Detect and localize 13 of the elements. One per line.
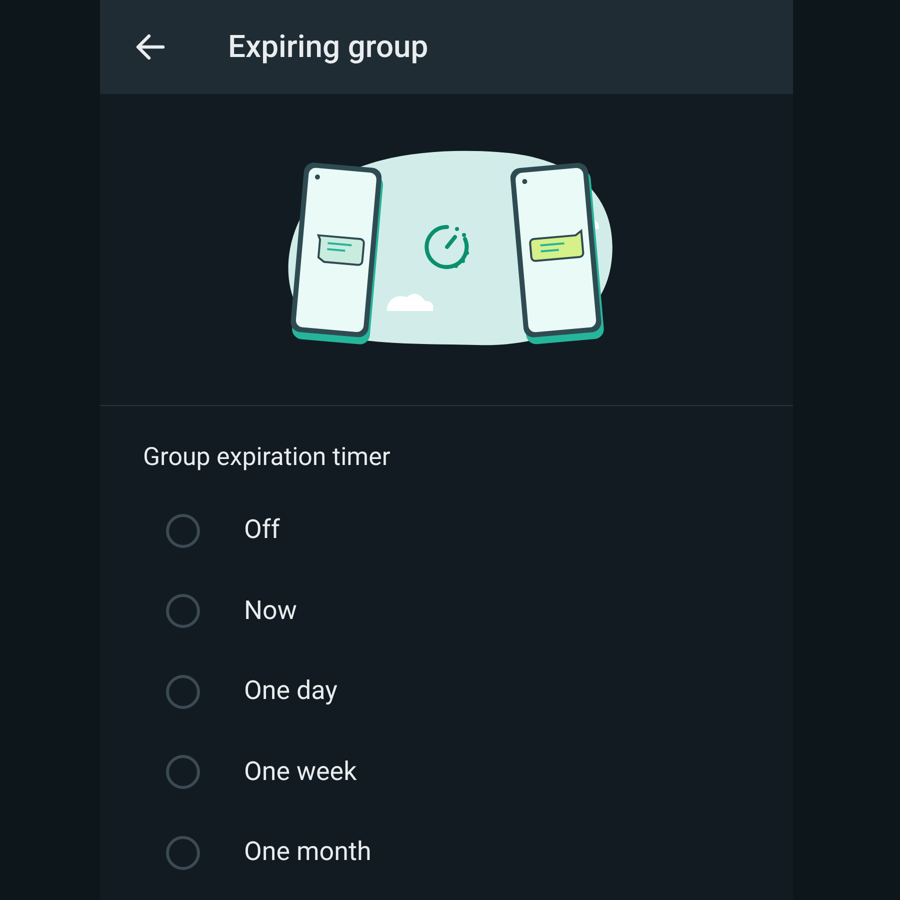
option-label[interactable]: One month xyxy=(244,833,372,872)
option-label[interactable]: Now xyxy=(244,592,297,631)
option-label[interactable]: Off xyxy=(244,511,280,550)
radio-button[interactable] xyxy=(166,674,200,709)
option-label[interactable]: One week xyxy=(244,752,357,792)
option-label[interactable]: One day xyxy=(244,672,338,712)
radio-button[interactable] xyxy=(166,755,200,790)
radio-button[interactable] xyxy=(166,836,200,870)
radio-button[interactable] xyxy=(166,514,200,548)
screen-title: Expiring group xyxy=(228,26,428,67)
section-heading: Group expiration timer xyxy=(143,443,390,472)
back-arrow-icon xyxy=(135,33,165,61)
radio-button[interactable] xyxy=(166,594,200,628)
